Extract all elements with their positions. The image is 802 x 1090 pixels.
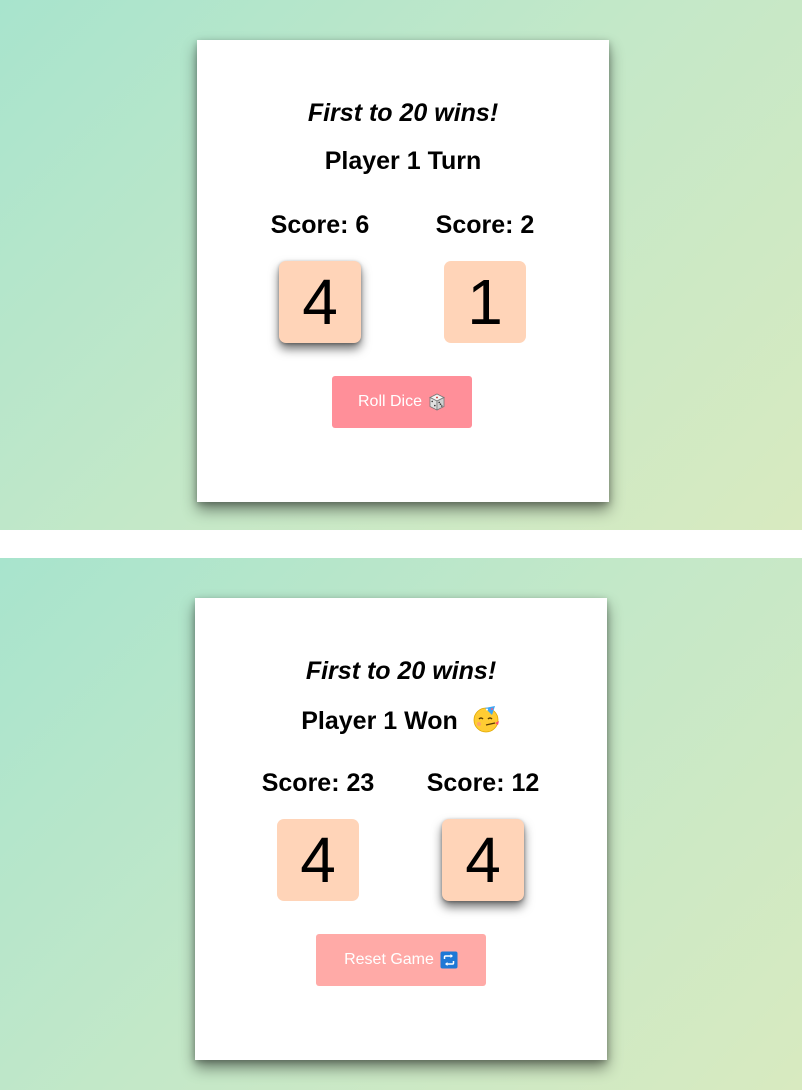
turn-status: Player 1 Turn xyxy=(197,146,609,176)
player-1-die: 4 xyxy=(277,819,359,901)
roll-dice-button[interactable]: Roll Dice xyxy=(332,376,472,428)
player-2-score: Score: 12 xyxy=(426,769,540,797)
game-screen-won: First to 20 wins! Player 1 Won Score: 23 xyxy=(0,558,802,1090)
goal-text: First to 20 wins! xyxy=(307,99,499,127)
player-1-score: Score: 6 xyxy=(270,211,370,239)
winner-status-label: Player 1 Won xyxy=(301,707,458,735)
game-card: First to 20 wins! Player 1 Turn Score: 6… xyxy=(197,40,609,502)
game-card: First to 20 wins! Player 1 Won Score: 23 xyxy=(195,598,607,1060)
reset-game-button[interactable]: Reset Game xyxy=(316,934,486,986)
player-2-panel: Score: 2 1 xyxy=(410,210,560,343)
partying-face-icon xyxy=(471,704,501,734)
game-screen-turn: First to 20 wins! Player 1 Turn Score: 6… xyxy=(0,0,802,530)
player-2-die: 4 xyxy=(442,819,524,901)
goal-text: First to 20 wins! xyxy=(305,657,497,685)
player-2-panel: Score: 12 4 xyxy=(408,768,558,901)
player-1-die: 4 xyxy=(279,261,361,343)
roll-dice-label: Roll Dice xyxy=(357,393,422,410)
player-1-score: Score: 23 xyxy=(261,769,375,797)
reset-game-label: Reset Game xyxy=(344,951,434,968)
player-1-panel: Score: 23 4 xyxy=(243,768,393,901)
player-1-panel: Score: 6 4 xyxy=(245,210,395,343)
die-icon xyxy=(428,393,446,411)
winner-status: Player 1 Won xyxy=(195,704,607,736)
repeat-icon xyxy=(440,951,458,969)
player-2-score: Score: 2 xyxy=(435,211,535,239)
turn-status-label: Player 1 Turn xyxy=(324,147,482,175)
player-2-die: 1 xyxy=(444,261,526,343)
